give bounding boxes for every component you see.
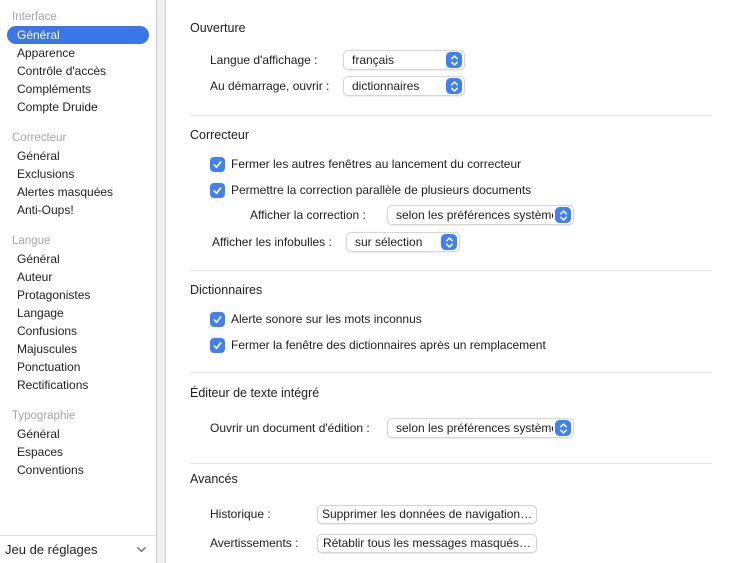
divider xyxy=(190,372,712,373)
popup-value: sur sélection xyxy=(355,235,422,249)
row-avertissements: Avertissements : Rétablir tous les messa… xyxy=(210,533,731,553)
sidebar-header-correcteur: Correcteur xyxy=(0,129,156,147)
sidebar-item-interface-general[interactable]: Général xyxy=(7,26,149,44)
jeu-de-reglages-label: Jeu de réglages xyxy=(5,542,98,557)
row-langue-affichage: Langue d'affichage : français xyxy=(210,50,731,70)
row-ouvrir-document: Ouvrir un document d'édition : selon les… xyxy=(210,418,731,438)
row-fermer-fenetres: Fermer les autres fenêtres au lancement … xyxy=(210,155,731,173)
updown-chevrons-icon xyxy=(446,78,462,94)
row-afficher-infobulles: Afficher les infobulles : sur sélection xyxy=(212,232,731,252)
sidebar-scrollbar-track xyxy=(156,0,166,563)
label-au-demarrage: Au démarrage, ouvrir : xyxy=(210,79,343,93)
sidebar-item-majuscules[interactable]: Majuscules xyxy=(7,340,149,358)
checkbox-label: Alerte sonore sur les mots inconnus xyxy=(231,312,422,326)
label-langue-affichage: Langue d'affichage : xyxy=(210,53,343,67)
button-retablir-messages[interactable]: Rétablir tous les messages masqués… xyxy=(317,534,537,553)
popup-afficher-correction[interactable]: selon les préférences système xyxy=(387,205,574,225)
popup-value: selon les préférences système xyxy=(396,208,553,222)
section-title-ouverture: Ouverture xyxy=(190,21,731,36)
sidebar-item-complements[interactable]: Compléments xyxy=(7,80,149,98)
section-title-editeur: Éditeur de texte intégré xyxy=(190,386,731,401)
button-supprimer-historique[interactable]: Supprimer les données de navigation… xyxy=(317,505,537,524)
sidebar-item-anti-oups[interactable]: Anti-Oups! xyxy=(7,201,149,219)
row-afficher-correction: Afficher la correction : selon les préfé… xyxy=(250,205,731,225)
popup-value: dictionnaires xyxy=(352,79,419,93)
updown-chevrons-icon xyxy=(441,234,457,250)
sidebar-item-exclusions[interactable]: Exclusions xyxy=(7,165,149,183)
popup-ouvrir-document[interactable]: selon les préférences système xyxy=(387,418,574,438)
section-title-correcteur: Correcteur xyxy=(190,128,731,143)
sidebar-item-auteur[interactable]: Auteur xyxy=(7,268,149,286)
popup-afficher-infobulles[interactable]: sur sélection xyxy=(346,232,460,252)
preferences-panel: Ouverture Langue d'affichage : français … xyxy=(166,0,731,563)
popup-au-demarrage[interactable]: dictionnaires xyxy=(343,76,465,96)
sidebar-header-typographie: Typographie xyxy=(0,407,156,425)
label-afficher-infobulles: Afficher les infobulles : xyxy=(212,235,346,249)
row-fermer-dictionnaires: Fermer la fenêtre des dictionnaires aprè… xyxy=(210,336,731,354)
sidebar-item-ponctuation[interactable]: Ponctuation xyxy=(7,358,149,376)
row-au-demarrage: Au démarrage, ouvrir : dictionnaires xyxy=(210,76,731,96)
sidebar-item-protagonistes[interactable]: Protagonistes xyxy=(7,286,149,304)
row-correction-parallele: Permettre la correction parallèle de plu… xyxy=(210,181,731,199)
sidebar-item-langage[interactable]: Langage xyxy=(7,304,149,322)
sidebar-header-langue: Langue xyxy=(0,232,156,250)
sidebar-item-correcteur-general[interactable]: Général xyxy=(7,147,149,165)
checkbox-label: Permettre la correction parallèle de plu… xyxy=(231,183,531,197)
sidebar-item-rectifications[interactable]: Rectifications xyxy=(7,376,149,394)
sidebar-item-controle-acces[interactable]: Contrôle d'accès xyxy=(7,62,149,80)
updown-chevrons-icon xyxy=(446,52,462,68)
label-historique: Historique : xyxy=(210,507,317,521)
jeu-de-reglages-popup[interactable]: Jeu de réglages xyxy=(0,535,156,563)
label-afficher-correction: Afficher la correction : xyxy=(250,208,387,222)
checkbox-fermer-fenetres[interactable] xyxy=(210,157,225,172)
row-alerte-sonore: Alerte sonore sur les mots inconnus xyxy=(210,310,731,328)
checkbox-label: Fermer les autres fenêtres au lancement … xyxy=(231,157,521,171)
sidebar-item-apparence[interactable]: Apparence xyxy=(7,44,149,62)
sidebar-list: Interface Général Apparence Contrôle d'a… xyxy=(0,0,156,479)
popup-value: français xyxy=(352,53,394,67)
sidebar: Interface Général Apparence Contrôle d'a… xyxy=(0,0,156,563)
section-title-avances: Avancés xyxy=(190,472,731,487)
updown-chevrons-icon xyxy=(555,207,571,223)
sidebar-item-langue-general[interactable]: Général xyxy=(7,250,149,268)
updown-chevrons-icon xyxy=(555,420,571,436)
checkbox-label: Fermer la fenêtre des dictionnaires aprè… xyxy=(231,338,546,352)
row-historique: Historique : Supprimer les données de na… xyxy=(210,504,731,524)
checkbox-correction-parallele[interactable] xyxy=(210,183,225,198)
sidebar-item-compte-druide[interactable]: Compte Druide xyxy=(7,98,149,116)
sidebar-header-interface: Interface xyxy=(0,8,156,26)
checkbox-alerte-sonore[interactable] xyxy=(210,312,225,327)
sidebar-item-confusions[interactable]: Confusions xyxy=(7,322,149,340)
sidebar-item-conventions[interactable]: Conventions xyxy=(7,461,149,479)
divider xyxy=(190,115,712,116)
preferences-window: Interface Général Apparence Contrôle d'a… xyxy=(0,0,731,563)
label-avertissements: Avertissements : xyxy=(210,536,317,550)
popup-langue-affichage[interactable]: français xyxy=(343,50,465,70)
sidebar-item-espaces[interactable]: Espaces xyxy=(7,443,149,461)
chevron-down-icon xyxy=(136,546,147,554)
section-title-dictionnaires: Dictionnaires xyxy=(190,283,731,298)
divider xyxy=(190,463,712,464)
sidebar-item-typo-general[interactable]: Général xyxy=(7,425,149,443)
label-ouvrir-document: Ouvrir un document d'édition : xyxy=(210,421,387,435)
checkbox-fermer-dictionnaires[interactable] xyxy=(210,338,225,353)
sidebar-item-alertes-masquees[interactable]: Alertes masquées xyxy=(7,183,149,201)
divider xyxy=(190,270,712,271)
popup-value: selon les préférences système xyxy=(396,421,553,435)
